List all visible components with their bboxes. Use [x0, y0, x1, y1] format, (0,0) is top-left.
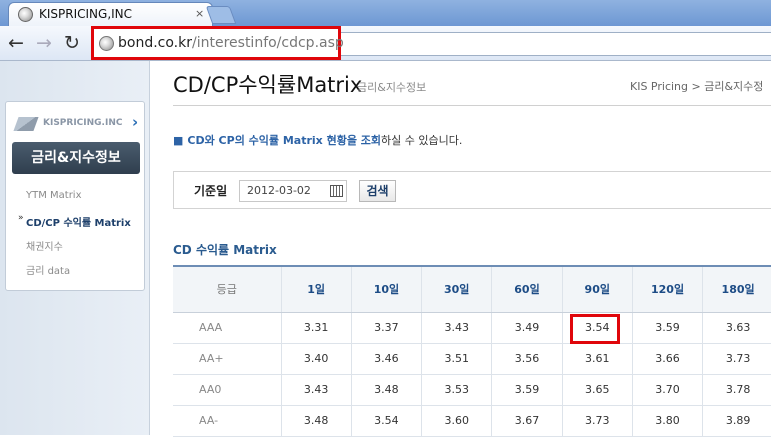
table-cell: 3.53: [421, 374, 492, 406]
table-cell: 3.67: [491, 405, 563, 437]
page-title: CD/CP수익률Matrix: [173, 73, 363, 97]
web-page: KISPRICING.INC › 금리&지수정보 YTM Matrix » CD…: [0, 61, 771, 437]
table-row: AA+ 3.40 3.46 3.51 3.56 3.61 3.66 3.73: [173, 343, 771, 375]
highlight-box: [569, 313, 620, 344]
sidebar-item-bond-index[interactable]: 채권지수: [26, 238, 63, 253]
table-row: AA- 3.48 3.54 3.60 3.67 3.73 3.80 3.89: [173, 405, 771, 437]
sidebar-item-ytm-matrix[interactable]: YTM Matrix: [26, 190, 82, 201]
reload-icon[interactable]: ↻: [61, 32, 83, 54]
table-cell: 3.31: [280, 312, 352, 344]
table-cell: 3.51: [421, 343, 492, 375]
column-header-grade: 등급: [173, 265, 281, 313]
date-label: 기준일: [194, 184, 228, 198]
sidebar-item-rate-data[interactable]: 금리 data: [26, 262, 70, 277]
table-cell: 3.73: [702, 343, 771, 375]
close-icon[interactable]: ×: [195, 7, 204, 20]
table-cell: 3.49: [491, 312, 563, 344]
table-row: AAA 3.31 3.37 3.43 3.49 3.54 3.59 3.63: [173, 312, 771, 344]
new-tab-button[interactable]: [205, 6, 237, 24]
cd-yield-matrix-table: 등급 1일 10일 30일 60일 90일 120일 180일 AAA 3.31…: [173, 265, 771, 437]
main-content: CD/CP수익률Matrix 금리&지수정보 KIS Pricing > 금리&…: [150, 61, 771, 437]
address-bar-background[interactable]: [341, 32, 771, 56]
table-cell: 3.80: [631, 405, 703, 437]
calendar-icon[interactable]: [330, 185, 343, 197]
globe-icon: [99, 36, 114, 51]
table-cell: 3.43: [421, 312, 492, 344]
section-title: CD 수익률 Matrix: [173, 243, 277, 257]
forward-arrow-icon[interactable]: →: [33, 32, 55, 54]
title-divider: [173, 105, 771, 106]
grade-cell: AA+: [173, 343, 281, 375]
column-header: 10일: [350, 265, 422, 313]
table-cell: 3.59: [631, 312, 703, 344]
browser-toolbar: ← → ↻ bond.co.kr/interestinfo/cdcp.asp: [0, 26, 771, 61]
square-bullet-icon: ■: [173, 134, 184, 147]
table-cell: 3.54: [350, 405, 422, 437]
bullet-marker-icon: »: [18, 213, 24, 223]
address-bar[interactable]: bond.co.kr/interestinfo/cdcp.asp: [91, 26, 344, 60]
table-cell: 3.89: [702, 405, 771, 437]
date-input[interactable]: 2012-03-02: [239, 180, 347, 202]
table-cell: 3.73: [561, 405, 633, 437]
table-cell: 3.70: [631, 374, 703, 406]
table-cell: 3.43: [280, 374, 352, 406]
table-cell: 3.56: [491, 343, 563, 375]
date-value[interactable]: 2012-03-02: [247, 184, 311, 197]
browser-tab-strip: KISPRICING,INC ×: [0, 0, 771, 26]
sidebar-menu: KISPRICING.INC › 금리&지수정보 YTM Matrix » CD…: [5, 101, 145, 291]
column-header: 1일: [280, 265, 352, 313]
table-cell: 3.78: [702, 374, 771, 406]
breadcrumb[interactable]: KIS Pricing > 금리&지수정: [630, 78, 763, 94]
sidebar-item-cdcp-matrix[interactable]: CD/CP 수익률 Matrix: [26, 214, 131, 229]
grade-cell: AA-: [173, 405, 281, 437]
grade-cell: AAA: [173, 312, 281, 344]
globe-icon: [18, 7, 33, 22]
table-cell: 3.65: [561, 374, 633, 406]
table-cell: 3.48: [280, 405, 352, 437]
column-header: 90일: [561, 265, 633, 313]
search-button[interactable]: 검색: [359, 180, 396, 202]
logo-text: KISPRICING.INC: [43, 118, 123, 128]
table-header-row: 등급 1일 10일 30일 60일 90일 120일 180일: [173, 265, 771, 313]
back-arrow-icon[interactable]: ←: [5, 32, 27, 54]
url-text[interactable]: bond.co.kr/interestinfo/cdcp.asp: [118, 35, 344, 51]
highlighted-cell: 3.54: [561, 312, 633, 344]
logo-mark-icon: [13, 117, 39, 131]
search-panel: 기준일 2012-03-02 검색: [173, 171, 771, 209]
column-header: 180일: [702, 265, 771, 313]
sidebar-title: 금리&지수정보: [12, 142, 140, 174]
table-cell: 3.63: [702, 312, 771, 344]
page-description: ■ CD와 CP의 수익률 Matrix 현황을 조회하실 수 있습니다.: [173, 134, 463, 147]
table-cell: 3.37: [350, 312, 422, 344]
tab-title: KISPRICING,INC: [39, 7, 133, 21]
table-cell: 3.61: [561, 343, 633, 375]
table-cell: 3.66: [631, 343, 703, 375]
table-row: AA0 3.43 3.48 3.53 3.59 3.65 3.70 3.78: [173, 374, 771, 406]
table-cell: 3.46: [350, 343, 422, 375]
table-cell: 3.60: [421, 405, 492, 437]
browser-tab[interactable]: KISPRICING,INC ×: [8, 2, 213, 26]
column-header: 120일: [631, 265, 703, 313]
table-cell: 3.48: [350, 374, 422, 406]
table-cell: 3.59: [491, 374, 563, 406]
grade-cell: AA0: [173, 374, 281, 406]
table-cell: 3.40: [280, 343, 352, 375]
column-header: 30일: [421, 265, 492, 313]
page-subtitle: 금리&지수정보: [357, 81, 427, 94]
chevron-right-icon[interactable]: ›: [132, 113, 138, 131]
column-header: 60일: [491, 265, 563, 313]
